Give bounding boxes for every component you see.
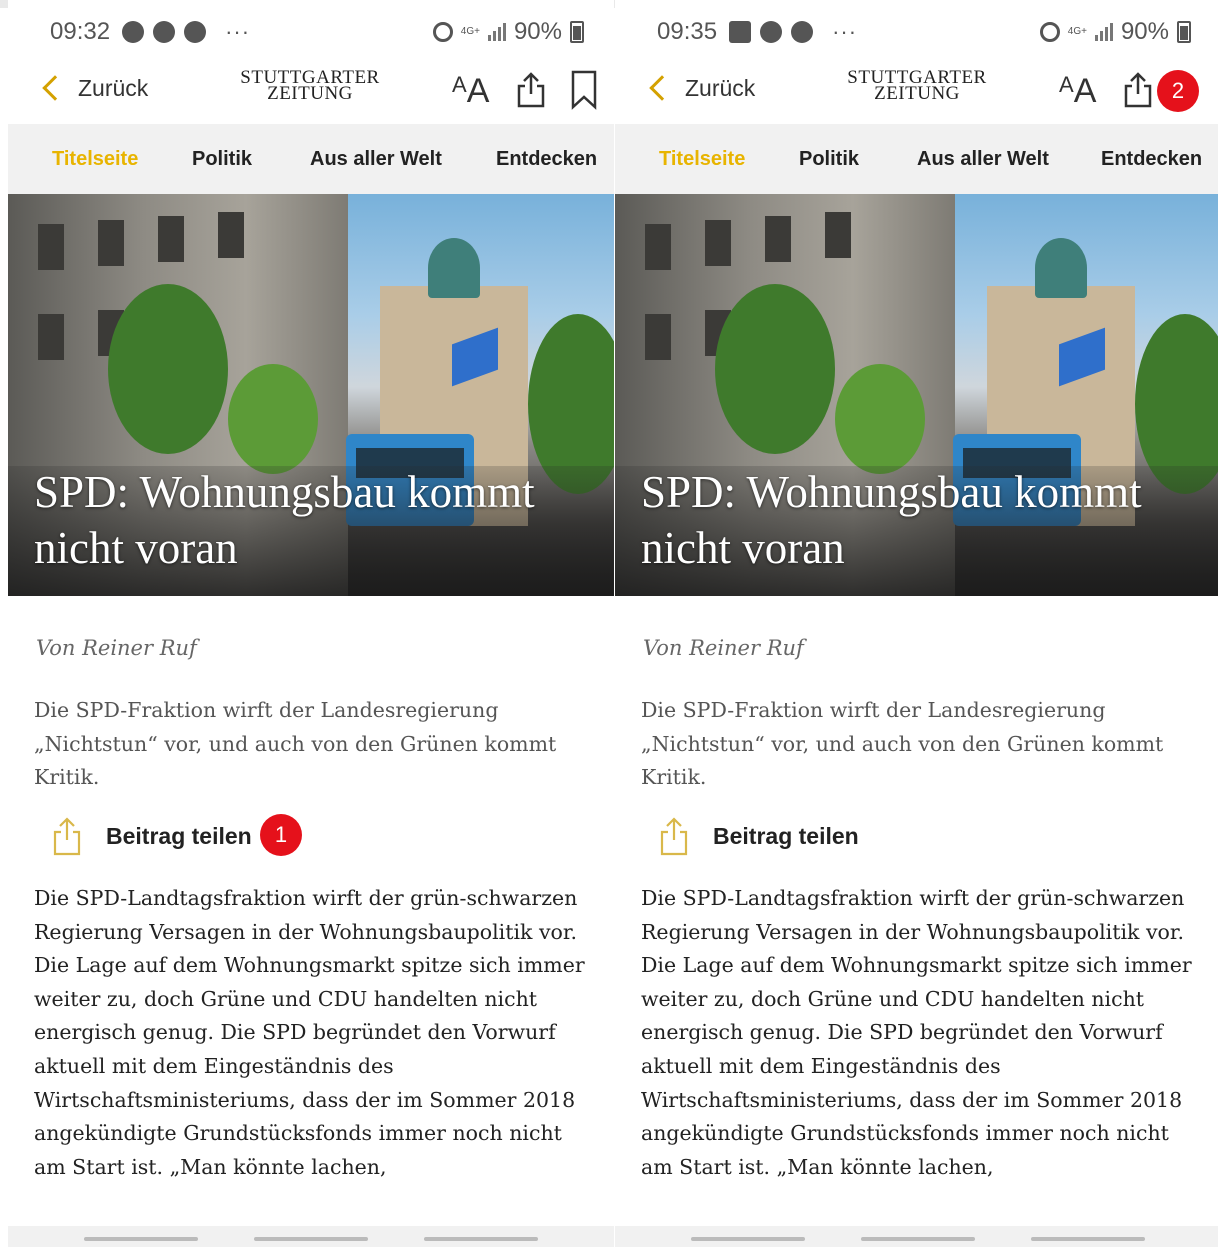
article-teaser: Die SPD-Fraktion wirft der Landesregieru… [34, 698, 557, 789]
share-article-label: Beitrag teilen [106, 822, 252, 849]
back-label: Zurück [685, 74, 756, 101]
image-notification-icon [729, 21, 752, 43]
hero-image[interactable]: SPD: Wohnungsbau kommt nicht voran [615, 194, 1218, 596]
network-type: 4G+ [460, 26, 480, 37]
more-notifications-icon: ··· [225, 19, 251, 44]
more-notifications-icon: ··· [832, 19, 858, 44]
article-body: Die SPD-Landtagsfraktion wirft der grün-… [34, 886, 585, 1179]
system-nav-bar [8, 1226, 614, 1247]
back-chevron-icon [42, 75, 68, 101]
tab-politik[interactable]: Politik [192, 148, 252, 171]
article-headline: SPD: Wohnungsbau kommt nicht voran [34, 467, 535, 573]
tab-entdecken[interactable]: Entdecken [1101, 148, 1202, 171]
alarm-icon [432, 22, 453, 42]
app-bar: Zurück STUTTGARTER ZEITUNG AA [8, 56, 614, 124]
step-badge: 1 [260, 814, 302, 856]
nav-recent-button[interactable] [691, 1237, 805, 1241]
notification-icon [184, 21, 207, 43]
signal-icon [487, 23, 506, 41]
status-time: 09:32 [50, 18, 111, 45]
back-label: Zurück [78, 74, 149, 101]
battery-percent: 90% [1120, 18, 1169, 45]
article-teaser: Die SPD-Fraktion wirft der Landesregieru… [641, 698, 1164, 789]
tab-aus-aller-welt[interactable]: Aus aller Welt [310, 148, 442, 171]
text-size-button[interactable]: AA [452, 72, 489, 111]
article-body: Die SPD-Landtagsfraktion wirft der grün-… [641, 886, 1192, 1179]
notification-icon [791, 21, 814, 43]
tab-titelseite[interactable]: Titelseite [52, 148, 138, 171]
battery-icon [570, 21, 584, 43]
notification-icon [122, 21, 145, 43]
step-badge: 2 [1157, 70, 1199, 112]
status-bar: 09:32 ··· 4G+ 90% [8, 10, 614, 54]
battery-percent: 90% [513, 18, 562, 45]
tab-entdecken[interactable]: Entdecken [496, 148, 597, 171]
article-author: Von Reiner Ruf [643, 636, 804, 660]
app-bar: Zurück STUTTGARTER ZEITUNG AA 2 [615, 56, 1218, 124]
battery-icon [1177, 21, 1191, 43]
share-icon[interactable] [1123, 72, 1153, 108]
nav-back-button[interactable] [424, 1237, 538, 1241]
share-icon [660, 817, 688, 856]
article-author: Von Reiner Ruf [36, 636, 197, 660]
share-article-button[interactable]: Beitrag teilen [52, 812, 252, 860]
bookmark-icon[interactable] [570, 70, 598, 110]
back-chevron-icon [649, 75, 675, 101]
article-headline: SPD: Wohnungsbau kommt nicht voran [641, 467, 1142, 573]
nav-home-button[interactable] [254, 1237, 368, 1241]
alarm-icon [1039, 22, 1060, 42]
tab-aus-aller-welt[interactable]: Aus aller Welt [917, 148, 1049, 171]
system-nav-bar [615, 1226, 1218, 1247]
hero-image[interactable]: SPD: Wohnungsbau kommt nicht voran [8, 194, 614, 596]
section-tabs: Titelseite Politik Aus aller Welt Entdec… [615, 124, 1218, 194]
tab-titelseite[interactable]: Titelseite [659, 148, 745, 171]
nav-recent-button[interactable] [84, 1237, 198, 1241]
screen-before: 09:32 ··· 4G+ 90% Zurück STUTTGARTER ZEI… [8, 0, 614, 1247]
newspaper-logo: STUTTGARTER ZEITUNG [240, 67, 380, 104]
status-bar: 09:35 ··· 4G+ 90% [615, 10, 1218, 54]
tab-politik[interactable]: Politik [799, 148, 859, 171]
share-icon [53, 817, 81, 856]
share-article-button[interactable]: Beitrag teilen [659, 812, 859, 860]
share-article-label: Beitrag teilen [713, 822, 859, 849]
screen-after: 09:35 ··· 4G+ 90% Zurück STUTTGARTER ZEI… [615, 0, 1218, 1247]
back-button[interactable]: Zurück [38, 68, 148, 108]
nav-back-button[interactable] [1031, 1237, 1145, 1241]
signal-icon [1094, 23, 1113, 41]
text-size-button[interactable]: AA [1059, 72, 1096, 111]
status-time: 09:35 [657, 18, 718, 45]
share-icon[interactable] [516, 72, 546, 108]
notification-icon [760, 21, 783, 43]
network-type: 4G+ [1067, 26, 1087, 37]
section-tabs: Titelseite Politik Aus aller Welt Entdec… [8, 124, 614, 194]
back-button[interactable]: Zurück [645, 68, 755, 108]
newspaper-logo: STUTTGARTER ZEITUNG [847, 67, 987, 104]
nav-home-button[interactable] [861, 1237, 975, 1241]
notification-icon [153, 21, 176, 43]
